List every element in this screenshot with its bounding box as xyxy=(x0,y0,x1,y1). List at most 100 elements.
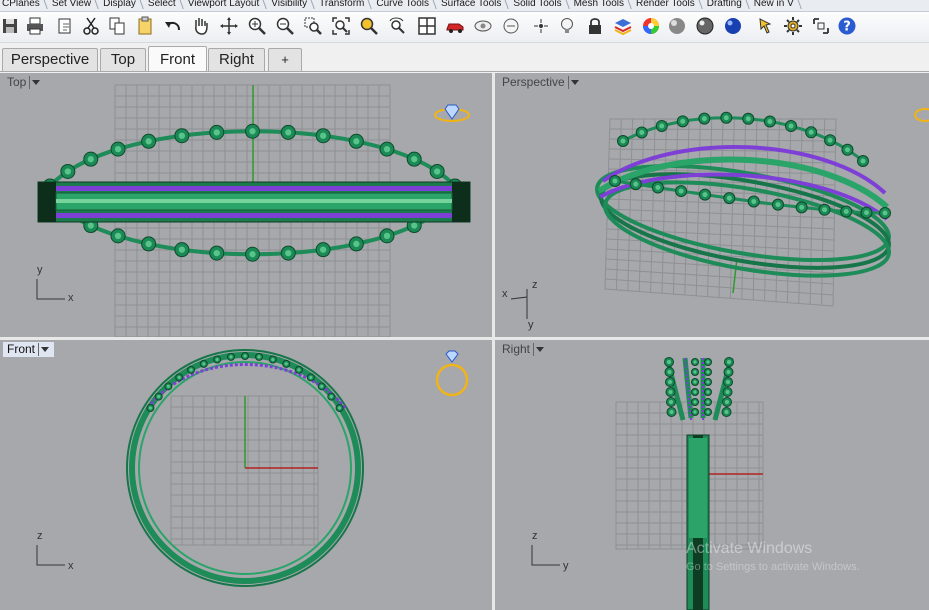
save-icon[interactable] xyxy=(0,15,22,37)
prong-setting xyxy=(209,245,225,261)
prong-setting xyxy=(187,365,196,374)
prong-setting xyxy=(199,359,208,368)
hide-icon[interactable] xyxy=(472,15,494,37)
prong-setting xyxy=(175,373,184,382)
viewport-perspective[interactable]: Perspective z x y xyxy=(495,73,929,337)
prong-setting xyxy=(294,365,303,374)
rotate-view-icon[interactable] xyxy=(386,15,408,37)
axis-label-y: y xyxy=(563,560,569,572)
tab-top[interactable]: Top xyxy=(100,48,146,71)
toolbar-tab-mesh-tools[interactable]: Mesh Tools xyxy=(572,0,634,9)
new-icon[interactable] xyxy=(54,15,76,37)
zoom-in-icon[interactable] xyxy=(246,15,268,37)
prong-setting xyxy=(164,382,173,391)
prong-setting xyxy=(723,192,736,205)
toolbar-tab-surface-tools[interactable]: Surface Tools xyxy=(439,0,511,9)
rendered-sphere-icon[interactable] xyxy=(694,15,716,37)
prong-setting xyxy=(723,377,733,387)
viewport-splitter-horizontal[interactable] xyxy=(0,337,929,340)
gear-icon[interactable] xyxy=(782,15,804,37)
prong-setting xyxy=(406,151,422,167)
ring-thumbnail-icon xyxy=(914,108,929,122)
toolbar-tab-cplanes[interactable]: CPlanes xyxy=(0,0,50,9)
layer-icon[interactable] xyxy=(612,15,634,37)
prong-setting xyxy=(691,388,699,396)
toolbar-tab-visibility[interactable]: Visibility xyxy=(269,0,317,9)
tab-right[interactable]: Right xyxy=(208,48,265,71)
prong-setting xyxy=(174,128,190,144)
tab-front[interactable]: Front xyxy=(148,46,207,72)
prong-setting xyxy=(818,203,831,216)
pointer-icon[interactable] xyxy=(756,15,778,37)
point-icon[interactable] xyxy=(530,15,552,37)
toolbar-tab-solid-tools[interactable]: Solid Tools xyxy=(511,0,571,9)
viewport-top[interactable]: Top y x xyxy=(0,73,492,337)
bulb-icon[interactable] xyxy=(556,15,578,37)
prong-setting xyxy=(282,359,291,368)
viewport-label-right[interactable]: Right xyxy=(498,342,549,357)
prong-setting xyxy=(379,141,395,157)
toolbar-tab-new-in-v[interactable]: New in V xyxy=(752,0,804,9)
blue-sphere-icon[interactable] xyxy=(722,15,744,37)
toolbar-tab-set-view[interactable]: Set View xyxy=(50,0,101,9)
prong-setting xyxy=(860,206,873,219)
copy-icon[interactable] xyxy=(106,15,128,37)
prong-setting xyxy=(666,407,677,417)
pan-hand-icon[interactable] xyxy=(190,15,212,37)
lock-icon[interactable] xyxy=(584,15,606,37)
prong-setting xyxy=(785,120,797,133)
help-icon[interactable]: ? xyxy=(836,15,858,37)
toolbar-tab-viewport-layout[interactable]: Viewport Layout xyxy=(186,0,270,9)
add-viewport-tab[interactable]: + xyxy=(268,48,302,71)
axis-label-x: x xyxy=(502,288,508,300)
prong-setting xyxy=(655,119,668,132)
toolbar-tab-display[interactable]: Display xyxy=(101,0,146,9)
prong-setting xyxy=(141,133,157,149)
undo-icon[interactable] xyxy=(162,15,184,37)
prong-setting xyxy=(723,367,734,377)
prong-setting xyxy=(857,155,869,167)
car-icon[interactable] xyxy=(444,15,466,37)
prong-setting xyxy=(824,134,837,147)
prong-setting xyxy=(698,112,711,125)
cut-icon[interactable] xyxy=(80,15,102,37)
prong-setting xyxy=(174,242,190,258)
print-icon[interactable] xyxy=(24,15,46,37)
paste-icon[interactable] xyxy=(134,15,156,37)
four-viewports-icon[interactable] xyxy=(416,15,438,37)
tab-perspective[interactable]: Perspective xyxy=(2,48,98,71)
viewport-label-perspective[interactable]: Perspective xyxy=(498,75,584,90)
viewport-label-top[interactable]: Top xyxy=(3,75,45,90)
prong-setting xyxy=(665,387,676,397)
prong-setting xyxy=(315,128,331,144)
toolbar-tab-transform[interactable]: Transform xyxy=(317,0,374,9)
prong-setting xyxy=(617,135,629,147)
prong-setting xyxy=(348,133,364,149)
zoom-selected-icon[interactable] xyxy=(358,15,380,37)
prong-setting xyxy=(664,367,675,377)
ghosted-icon[interactable] xyxy=(500,15,522,37)
viewport-label-front[interactable]: Front xyxy=(3,342,55,357)
toolbar-tab-drafting[interactable]: Drafting xyxy=(705,0,752,9)
named-views-icon[interactable] xyxy=(810,15,832,37)
move-view-icon[interactable] xyxy=(218,15,240,37)
viewport-front[interactable]: Front z x xyxy=(0,340,492,610)
toolbar-tab-curve-tools[interactable]: Curve Tools xyxy=(374,0,439,9)
prong-setting xyxy=(83,151,99,167)
prong-setting xyxy=(691,398,699,406)
zoom-window-icon[interactable] xyxy=(302,15,324,37)
toolbar-tab-render-tools[interactable]: Render Tools xyxy=(634,0,705,9)
perspective-scene xyxy=(595,108,929,307)
prong-setting xyxy=(704,358,712,366)
zoom-extents-icon[interactable] xyxy=(330,15,352,37)
axis-label-z: z xyxy=(532,530,538,542)
toolbar-tab-select[interactable]: Select xyxy=(146,0,186,9)
shaded-sphere-icon[interactable] xyxy=(666,15,688,37)
viewport-splitter-vertical[interactable] xyxy=(492,73,495,610)
prong-setting xyxy=(141,236,157,252)
ring-thumbnail-icon xyxy=(435,350,469,397)
zoom-out-icon[interactable] xyxy=(274,15,296,37)
prong-setting xyxy=(805,126,818,139)
prong-setting xyxy=(651,181,664,194)
color-wheel-icon[interactable] xyxy=(640,15,662,37)
